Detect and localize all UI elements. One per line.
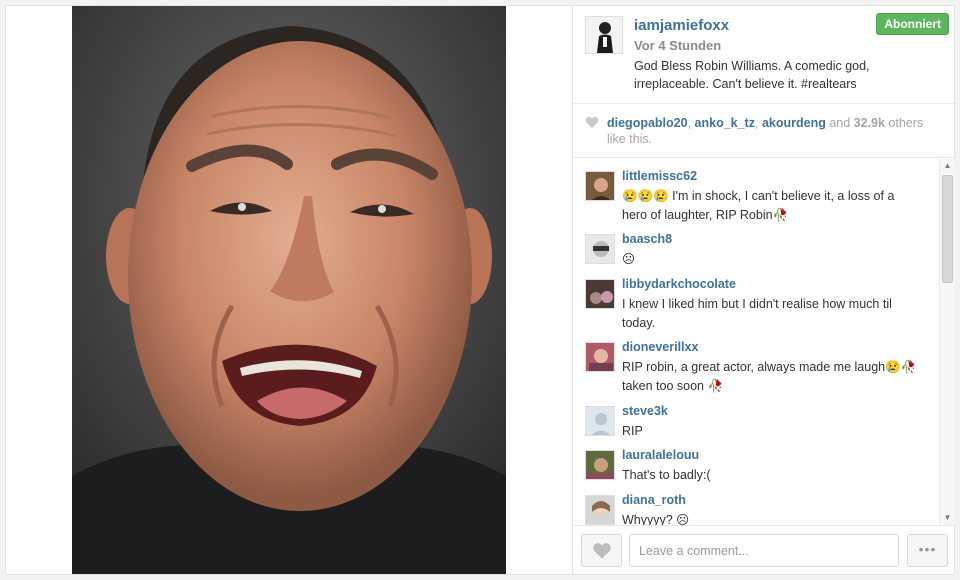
comment-text: RIP robin, a great actor, always made me… — [622, 360, 917, 393]
post-header: iamjamiefoxx Vor 4 Stunden God Bless Rob… — [573, 6, 956, 104]
post-timestamp[interactable]: Vor 4 Stunden — [634, 38, 721, 53]
avatar-image — [586, 496, 614, 524]
comment-text: ☹ — [622, 252, 636, 266]
post-side-panel: iamjamiefoxx Vor 4 Stunden God Bless Rob… — [572, 6, 956, 574]
comment-username[interactable]: steve3k — [622, 404, 668, 418]
heart-icon — [593, 543, 611, 559]
likes-and: and — [825, 116, 854, 130]
post-caption: God Bless Robin Williams. A comedic god,… — [634, 59, 870, 91]
post-footer: ••• — [573, 525, 956, 574]
scroll-down-arrow-icon[interactable]: ▼ — [940, 511, 955, 525]
comment-username[interactable]: baasch8 — [622, 232, 672, 246]
avatar[interactable] — [585, 234, 615, 264]
comment-text: I knew I liked him but I didn't realise … — [622, 297, 892, 330]
avatar[interactable] — [585, 495, 615, 525]
avatar-image — [586, 343, 614, 371]
comment-input[interactable] — [629, 534, 899, 567]
avatar-image — [586, 451, 614, 479]
avatar[interactable] — [585, 450, 615, 480]
like-button[interactable] — [581, 534, 622, 567]
scrollbar-thumb[interactable] — [942, 175, 953, 283]
likes-separator: , — [754, 116, 762, 130]
comment-text: 😢😢😢 I'm in shock, I can't believe it, a … — [622, 189, 895, 222]
avatar[interactable] — [585, 406, 615, 436]
comments-scrollbar[interactable]: ▲ ▼ — [939, 159, 955, 525]
liker-link[interactable]: anko_k_tz — [695, 116, 755, 130]
avatar-image — [586, 172, 614, 200]
avatar[interactable] — [585, 16, 623, 54]
likes-section: diegopablo20, anko_k_tz, akourdeng and 3… — [573, 104, 956, 158]
follow-button[interactable]: Abonniert — [876, 13, 949, 35]
post-photo[interactable] — [72, 6, 506, 574]
comment-text: RIP — [622, 424, 643, 438]
portrait-image — [72, 6, 506, 574]
avatar-image — [586, 280, 614, 308]
avatar[interactable] — [585, 171, 615, 201]
scroll-up-arrow-icon[interactable]: ▲ — [940, 159, 955, 173]
user-silhouette-icon — [586, 17, 622, 53]
likes-separator: , — [687, 116, 695, 130]
comment-text: Whyyyy? ☹ — [622, 513, 690, 525]
avatar[interactable] — [585, 342, 615, 372]
default-avatar-icon — [586, 407, 614, 435]
more-options-button[interactable]: ••• — [907, 534, 948, 567]
photo-area — [6, 6, 572, 574]
avatar[interactable] — [585, 279, 615, 309]
heart-icon — [585, 116, 599, 128]
liker-link[interactable]: diegopablo20 — [607, 116, 688, 130]
comment-username[interactable]: littlemissc62 — [622, 169, 697, 183]
comments-list[interactable]: littlemissc62 😢😢😢 I'm in shock, I can't … — [573, 159, 956, 525]
comment-text: That's to badly:( — [622, 468, 711, 482]
avatar-image — [586, 235, 614, 263]
post-modal: iamjamiefoxx Vor 4 Stunden God Bless Rob… — [5, 5, 956, 575]
comment-username[interactable]: dioneverillxx — [622, 340, 698, 354]
comment-username[interactable]: diana_roth — [622, 493, 686, 507]
comment-username[interactable]: libbydarkchocolate — [622, 277, 736, 291]
liker-link[interactable]: akourdeng — [762, 116, 826, 130]
post-username[interactable]: iamjamiefoxx — [634, 17, 729, 34]
comment-username[interactable]: lauralalelouu — [622, 448, 699, 462]
likes-count[interactable]: 32.9k — [854, 116, 885, 130]
likes-text: diegopablo20, anko_k_tz, akourdeng and 3… — [607, 115, 937, 147]
